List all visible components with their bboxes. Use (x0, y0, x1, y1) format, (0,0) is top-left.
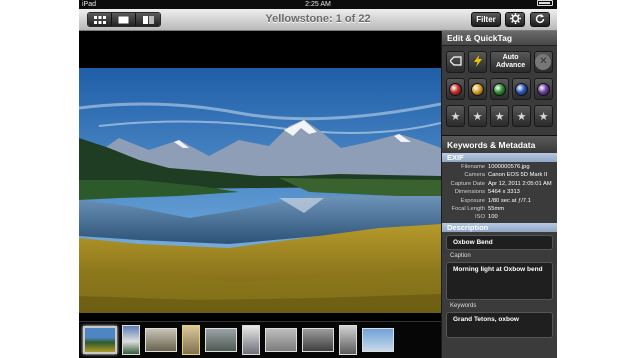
star-icon: ★ (472, 110, 483, 123)
exif-key: Camera (464, 172, 485, 179)
status-bar: iPad 2:25 AM (79, 0, 557, 9)
gear-icon (509, 13, 521, 26)
exif-row: Exposure 1/80 sec at ƒ/7.1 (442, 197, 557, 205)
title-field[interactable]: Oxbow Bend (446, 234, 553, 250)
exif-value: 100 (488, 214, 498, 221)
edit-quicktag-header: Edit & QuickTag (442, 31, 557, 46)
close-icon: ✕ (535, 54, 552, 70)
filmstrip-thumbnail[interactable] (265, 328, 297, 352)
star-icon: ★ (516, 110, 527, 123)
filmstrip-thumbnail[interactable] (83, 326, 117, 354)
exif-section-header: EXIF (442, 153, 557, 162)
star-rating-2-button[interactable]: ★ (468, 105, 487, 127)
filmstrip-thumbnail[interactable] (205, 328, 237, 352)
description-section-header: Description (442, 222, 557, 232)
caption-field[interactable]: Morning light at Oxbow bend (446, 261, 553, 300)
exif-row: Camera Canon EOS 5D Mark II (442, 171, 557, 179)
yellow-dot-icon (471, 82, 484, 96)
main-photo[interactable] (79, 68, 441, 313)
battery-icon (537, 0, 553, 6)
purple-dot-icon (537, 82, 550, 96)
exif-key: Exposure (460, 197, 486, 204)
star-rating-row: ★ ★ ★ ★ ★ (442, 100, 557, 127)
filmstrip-thumbnail[interactable] (145, 328, 177, 352)
color-label-red-button[interactable] (446, 78, 465, 100)
eraser-icon (448, 56, 462, 68)
filmstrip-thumbnail[interactable] (122, 325, 140, 355)
battery-indicator (537, 0, 553, 6)
auto-advance-button[interactable]: Auto Advance (490, 51, 531, 73)
exif-key: Filename (461, 164, 485, 170)
filmstrip-thumbnail[interactable] (302, 328, 334, 352)
clock: 2:25 AM (305, 1, 331, 8)
sync-button[interactable] (530, 12, 550, 27)
green-dot-icon (493, 82, 506, 96)
clear-tags-button[interactable] (446, 51, 466, 73)
refresh-icon (535, 13, 545, 26)
exif-key: Capture Date (450, 180, 485, 187)
keywords-label: Keywords (450, 302, 477, 309)
exif-value: 5464 x 3313 (488, 189, 520, 196)
cancel-button[interactable]: ✕ (533, 51, 553, 73)
top-toolbar: Yellowstone: 1 of 22 Filter (79, 9, 557, 31)
exif-value: Apr 12, 2011 2:05:01 AM (488, 180, 552, 187)
filmstrip-thumbnail[interactable] (362, 328, 394, 352)
exif-value: 55mm (488, 206, 505, 213)
color-label-row (442, 73, 557, 100)
exif-row: Focal Length 55mm (442, 205, 557, 213)
filmstrip-thumbnail[interactable] (339, 325, 357, 355)
exif-value: 1/80 sec at ƒ/7.1 (488, 197, 531, 204)
star-icon: ★ (450, 110, 461, 123)
settings-button[interactable] (505, 12, 525, 27)
star-rating-3-button[interactable]: ★ (490, 105, 509, 127)
color-label-purple-button[interactable] (534, 78, 553, 100)
filmstrip-thumbnail[interactable] (182, 325, 200, 355)
exif-value: 1000000576.jpg (488, 164, 530, 170)
star-icon: ★ (494, 110, 505, 123)
edit-metadata-panel: Edit & QuickTag Auto Advance ✕ ★ ★ ★ ★ ★ Key… (441, 31, 557, 358)
exif-table: Filename 1000000576.jpg Camera Canon EOS 5D… (442, 162, 557, 223)
keywords-field[interactable]: Grand Tetons, oxbow (446, 311, 553, 338)
auto-advance-toggle-icon[interactable] (468, 51, 488, 73)
star-rating-4-button[interactable]: ★ (512, 105, 531, 127)
caption-label: Caption (450, 252, 471, 259)
color-label-yellow-button[interactable] (468, 78, 487, 100)
blue-dot-icon (515, 82, 528, 96)
filmstrip-thumbnail[interactable] (242, 325, 260, 355)
color-label-green-button[interactable] (490, 78, 509, 100)
exif-key: ISO (475, 214, 485, 221)
lightning-icon (473, 55, 482, 69)
photo-viewer[interactable] (79, 31, 441, 321)
exif-value: Canon EOS 5D Mark II (488, 172, 548, 179)
star-icon: ★ (538, 110, 549, 123)
star-rating-5-button[interactable]: ★ (534, 105, 553, 127)
red-dot-icon (449, 82, 462, 96)
filmstrip[interactable] (79, 321, 441, 358)
exif-row: Filename 1000000576.jpg (442, 163, 557, 171)
keywords-metadata-header: Keywords & Metadata (442, 135, 557, 153)
exif-row: Dimensions 5464 x 3313 (442, 188, 557, 196)
exif-row: ISO 100 (442, 213, 557, 221)
quicktag-actions-row: Auto Advance ✕ (442, 46, 557, 73)
filter-button[interactable]: Filter (471, 12, 501, 27)
color-label-blue-button[interactable] (512, 78, 531, 100)
star-rating-1-button[interactable]: ★ (446, 105, 465, 127)
exif-row: Capture Date Apr 12, 2011 2:05:01 AM (442, 180, 557, 188)
exif-key: Focal Length (451, 206, 485, 213)
exif-key: Dimensions (454, 189, 485, 196)
